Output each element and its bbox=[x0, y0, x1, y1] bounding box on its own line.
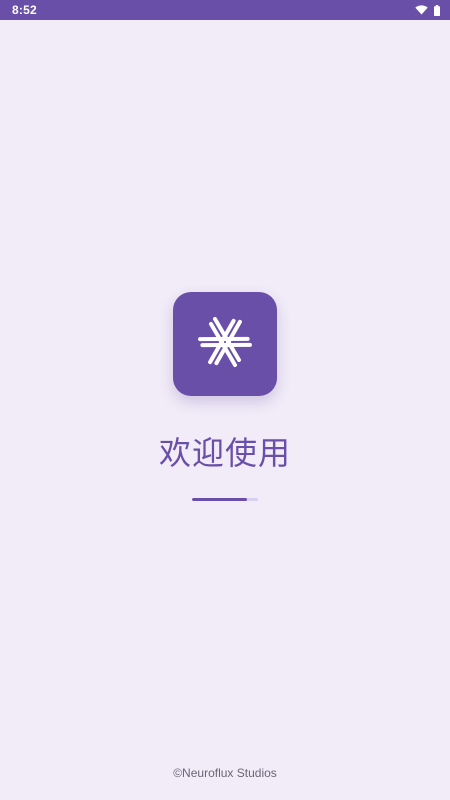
welcome-title: 欢迎使用 bbox=[158, 434, 291, 472]
splash-screen: 欢迎使用 ©Neuroflux Studios bbox=[0, 20, 450, 800]
wifi-icon bbox=[415, 5, 428, 15]
loading-progress-fill bbox=[192, 498, 247, 501]
status-bar: 8:52 bbox=[0, 0, 450, 20]
snowflake-logo-icon bbox=[188, 305, 262, 383]
status-icons bbox=[415, 4, 440, 16]
app-logo bbox=[173, 292, 277, 396]
battery-icon bbox=[434, 4, 440, 16]
status-time: 8:52 bbox=[12, 3, 37, 17]
loading-progress-bar bbox=[192, 498, 258, 501]
copyright-text: ©Neuroflux Studios bbox=[173, 766, 277, 780]
